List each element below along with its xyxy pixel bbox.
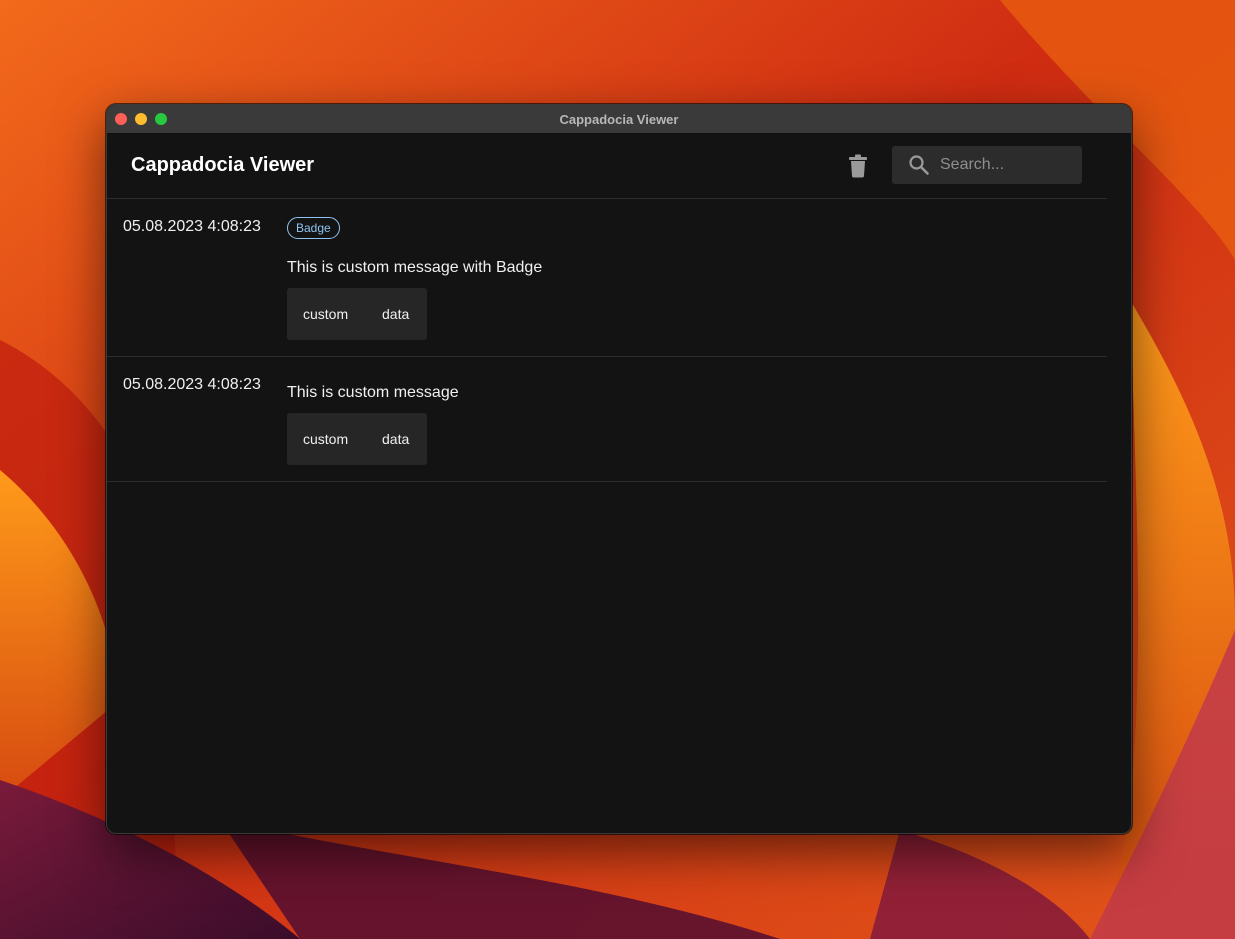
window-title: Cappadocia Viewer [559,111,679,127]
app-bar: Cappadocia Viewer [107,134,1107,199]
title-bar[interactable]: Cappadocia Viewer [107,105,1131,134]
clear-logs-button[interactable] [847,154,869,178]
log-data-table: custom data [287,413,427,465]
close-window-button[interactable] [115,113,127,125]
minimize-window-button[interactable] [135,113,147,125]
log-data-value: data [382,431,410,447]
log-timestamp: 05.08.2023 4:08:23 [123,218,261,235]
window-controls [115,113,167,125]
search-box[interactable] [892,146,1082,184]
log-badge: Badge [287,217,340,239]
search-icon [909,155,929,175]
log-message: This is custom message [287,384,459,401]
app-title: Cappadocia Viewer [131,154,315,176]
log-list: 05.08.2023 4:08:23 Badge This is custom … [107,199,1107,482]
app-window: Cappadocia Viewer Cappadocia Viewer 05.0… [106,104,1132,834]
log-data-value: data [382,306,410,322]
trash-icon [849,154,867,178]
search-input[interactable] [940,156,1070,174]
log-entry[interactable]: 05.08.2023 4:08:23 Badge This is custom … [107,199,1107,357]
log-data-key: custom [303,306,349,322]
log-data-table: custom data [287,288,427,340]
maximize-window-button[interactable] [155,113,167,125]
log-timestamp: 05.08.2023 4:08:23 [123,376,261,393]
log-entry[interactable]: 05.08.2023 4:08:23 This is custom messag… [107,357,1107,482]
log-message: This is custom message with Badge [287,259,543,276]
log-data-key: custom [303,431,349,447]
